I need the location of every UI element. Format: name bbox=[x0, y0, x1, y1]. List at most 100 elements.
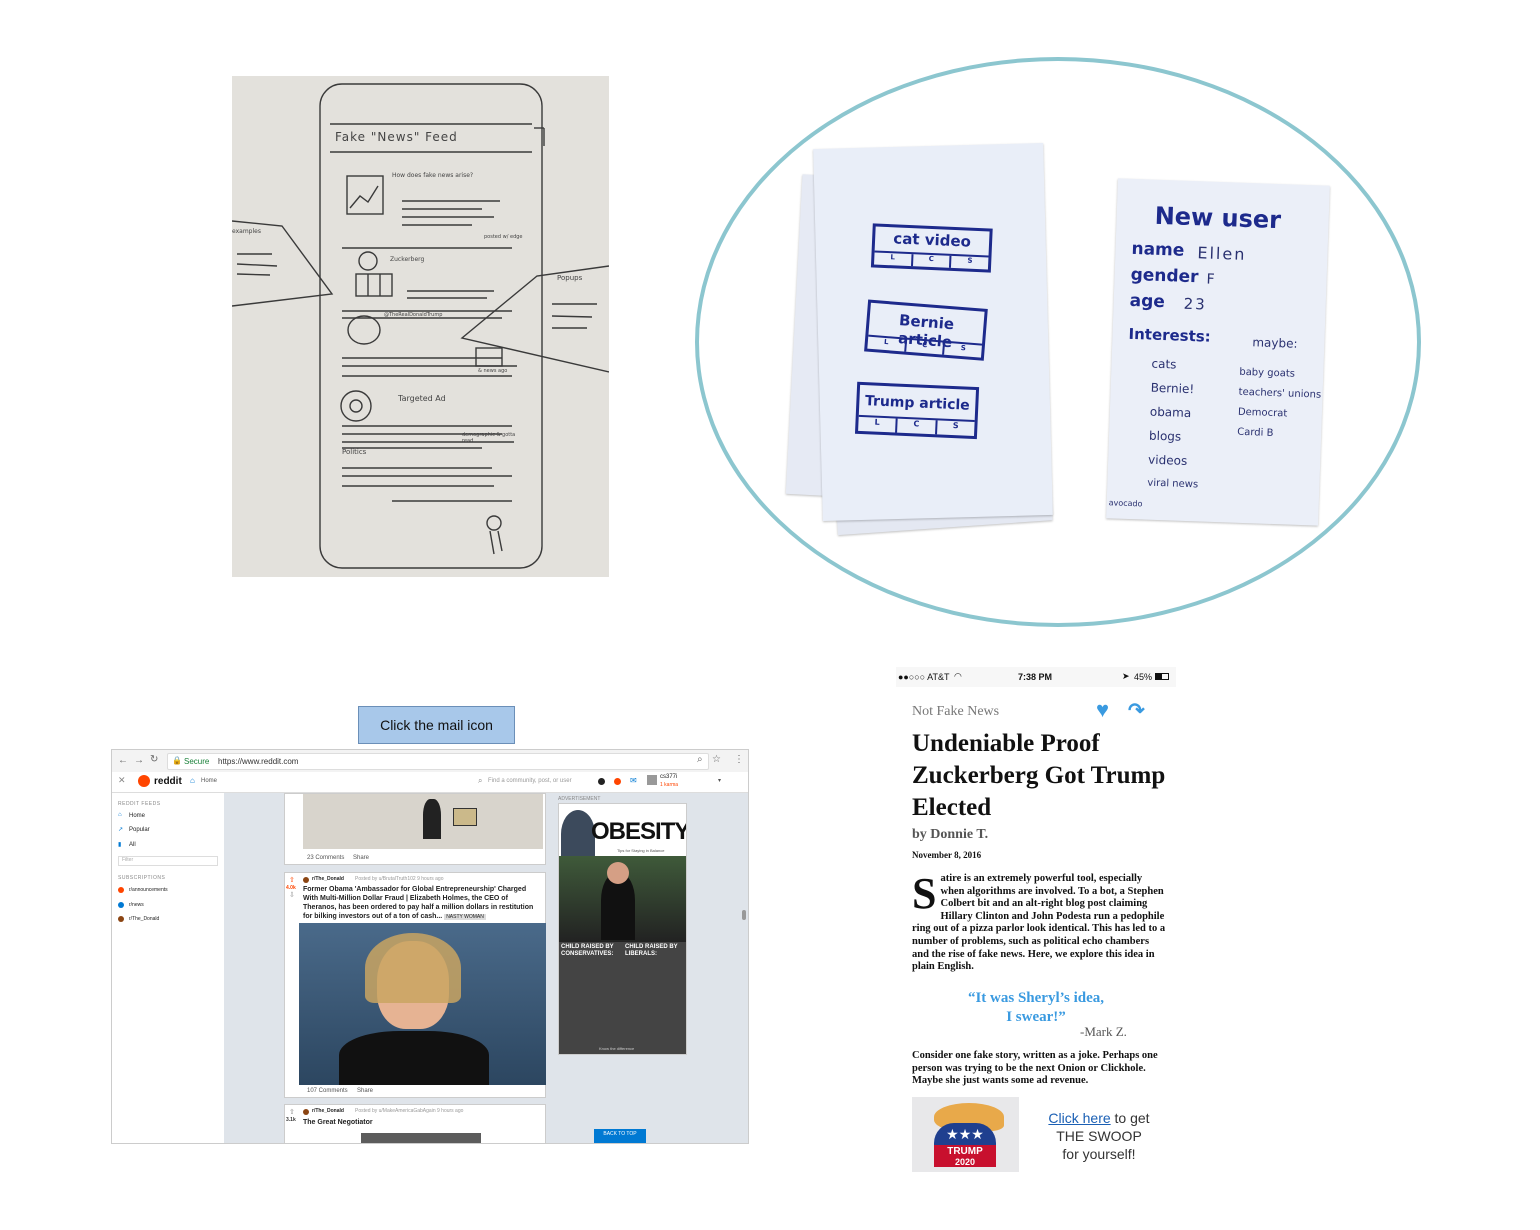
sidebar-item-news[interactable]: r/news bbox=[129, 902, 144, 908]
like-button[interactable]: L bbox=[867, 336, 907, 352]
sidebar-item-all[interactable]: All bbox=[129, 842, 136, 848]
maybe-item: Cardi B bbox=[1237, 426, 1274, 439]
reload-icon[interactable]: ↻ bbox=[150, 754, 158, 765]
sketch-item-1: Zuckerberg bbox=[390, 256, 425, 263]
sidebar-item-home[interactable]: Home bbox=[129, 813, 145, 819]
image-body bbox=[339, 1031, 489, 1085]
sidebar-item-the-donald[interactable]: r/The_Donald bbox=[129, 916, 159, 922]
post-actions: L C S bbox=[858, 414, 975, 436]
post-card-2: ⇧ 3.1k r/The_Donald Posted by u/MakeAmer… bbox=[284, 1104, 546, 1143]
comments-link[interactable]: 23 Comments bbox=[307, 855, 344, 861]
mail-icon[interactable]: ✉ bbox=[630, 776, 637, 785]
subreddit-icon bbox=[303, 1109, 309, 1115]
headline: Undeniable Proof Zuckerberg Got Trump El… bbox=[912, 730, 1166, 821]
feeds-header: REDDIT FEEDS bbox=[118, 801, 161, 807]
subreddit-link[interactable]: r/The_Donald bbox=[312, 1108, 344, 1114]
status-bar: ●●○○○ AT&T ◠ 7:38 PM ➤ 45% bbox=[896, 667, 1176, 687]
sketch-photo: Fake "News" Feed How does fake news aris… bbox=[232, 76, 609, 577]
home-tab[interactable]: Home bbox=[201, 778, 217, 784]
paragraph-1: atire is an extremely powerful tool, esp… bbox=[912, 873, 1166, 973]
sketch-question: How does fake news arise? bbox=[392, 172, 474, 179]
date: November 8, 2016 bbox=[912, 850, 982, 860]
zoom-icon[interactable]: ⌕ bbox=[697, 754, 703, 765]
comment-button[interactable]: C bbox=[912, 254, 952, 268]
interests-label: Interests: bbox=[1128, 324, 1212, 346]
star-icon[interactable]: ☆ bbox=[712, 754, 721, 765]
sidebar-item-popular[interactable]: Popular bbox=[129, 827, 150, 833]
ad-left-text: CHILD RAISED BY CONSERVATIVES: bbox=[561, 944, 614, 957]
share-icon[interactable]: ↷ bbox=[1128, 698, 1145, 723]
downvote-icon[interactable]: ⇩ bbox=[289, 891, 295, 899]
gender-value: F bbox=[1206, 271, 1215, 288]
forward-icon[interactable]: → bbox=[134, 755, 144, 766]
url-text: https://www.reddit.com bbox=[218, 757, 299, 766]
close-icon[interactable]: ✕ bbox=[118, 775, 126, 786]
share-button[interactable]: S bbox=[951, 256, 988, 270]
share-button[interactable]: S bbox=[944, 343, 982, 358]
share-link[interactable]: Share bbox=[353, 855, 369, 861]
heart-icon[interactable]: ♥ bbox=[1096, 697, 1109, 723]
reddit-logo[interactable]: reddit bbox=[154, 776, 182, 787]
subreddit-link[interactable]: r/The_Donald bbox=[312, 876, 344, 882]
upvote-icon[interactable]: ⇧ bbox=[289, 1108, 295, 1116]
upvote-icon[interactable]: ⇧ bbox=[289, 876, 295, 884]
comment-button[interactable]: C bbox=[897, 418, 938, 435]
location-icon: ➤ bbox=[1122, 671, 1130, 681]
sketch-drawing bbox=[232, 83, 609, 569]
subreddit-icon bbox=[303, 877, 309, 883]
vote-count: 3.1k bbox=[286, 1117, 296, 1123]
username[interactable]: cs377i bbox=[660, 774, 677, 780]
avatar[interactable] bbox=[647, 775, 657, 785]
chat-icon[interactable] bbox=[598, 778, 605, 785]
click-here-link[interactable]: Click here bbox=[1048, 1110, 1110, 1126]
comments-link[interactable]: 107 Comments bbox=[307, 1088, 348, 1094]
post-image[interactable] bbox=[299, 923, 546, 1085]
notification-icon[interactable] bbox=[614, 778, 621, 785]
filter-input[interactable]: Filter bbox=[118, 856, 218, 866]
post-title[interactable]: Former Obama 'Ambassador for Global Entr… bbox=[303, 885, 543, 922]
karma: 1 karma bbox=[660, 782, 679, 788]
news-icon bbox=[118, 902, 124, 908]
instruction-button[interactable]: Click the mail icon bbox=[358, 706, 515, 744]
phone-article: ●●○○○ AT&T ◠ 7:38 PM ➤ 45% Not Fake News… bbox=[896, 667, 1176, 1172]
sidebar-item-announcements[interactable]: r/announcements bbox=[129, 887, 168, 893]
lock-icon: 🔒 bbox=[172, 756, 182, 765]
site-name: Not Fake News bbox=[912, 704, 1000, 719]
quote-line-1: “It was Sheryl’s idea, bbox=[967, 990, 1105, 1006]
card-footer: avocado bbox=[1108, 498, 1143, 509]
scrollbar[interactable] bbox=[742, 910, 746, 920]
subscriptions-header: SUBSCRIPTIONS bbox=[118, 875, 166, 881]
search-input[interactable]: Find a community, post, or user bbox=[488, 778, 572, 784]
sketch-item-2: @TheRealDonaldTrump bbox=[384, 312, 443, 318]
url-bar[interactable]: 🔒 Secure https://www.reddit.com bbox=[167, 753, 709, 770]
ad-footer: Know the difference bbox=[599, 1046, 635, 1051]
chevron-down-icon[interactable]: ▾ bbox=[718, 777, 721, 784]
post-title[interactable]: The Great Negotiator bbox=[303, 1119, 373, 1126]
ad-subtitle: Tips for Staying in Balance bbox=[617, 848, 665, 853]
menu-icon[interactable]: ⋮ bbox=[734, 754, 744, 765]
gender-label: gender bbox=[1130, 264, 1199, 288]
comment-button[interactable]: C bbox=[905, 339, 946, 355]
sketch-note-1: posted w/ edge bbox=[484, 234, 523, 240]
cat-video-post: cat video L C S bbox=[870, 223, 993, 273]
new-user-card: New user name Ellen gender F age 23 Inte… bbox=[1106, 178, 1330, 526]
sketch-left-note: examples bbox=[232, 228, 261, 235]
interest-item: blogs bbox=[1148, 428, 1182, 444]
like-button[interactable]: L bbox=[874, 252, 914, 267]
like-button[interactable]: L bbox=[858, 416, 899, 433]
back-icon[interactable]: ← bbox=[118, 755, 128, 766]
age-value: 23 bbox=[1183, 294, 1208, 314]
secure-label: Secure bbox=[184, 757, 210, 766]
back-to-top-button[interactable]: BACK TO TOP bbox=[594, 1129, 646, 1143]
reddit-logo-icon[interactable] bbox=[138, 775, 150, 787]
quote-line-2: I swear!” bbox=[1006, 1009, 1066, 1025]
byline: by Donnie T. bbox=[912, 827, 989, 842]
share-button[interactable]: S bbox=[937, 420, 975, 436]
advertisement[interactable]: OBESITY Tips for Staying in Balance CHIL… bbox=[558, 803, 687, 1055]
ad-photo bbox=[559, 856, 686, 942]
post-meta: Posted by u/BrutalTruth102 9 hours ago bbox=[355, 876, 444, 882]
share-link[interactable]: Share bbox=[357, 1088, 373, 1094]
ad-image[interactable]: ★★★ TRUMP 2020 bbox=[912, 1097, 1019, 1172]
post-image[interactable] bbox=[361, 1133, 481, 1143]
ad-stars: ★★★ bbox=[934, 1123, 996, 1145]
